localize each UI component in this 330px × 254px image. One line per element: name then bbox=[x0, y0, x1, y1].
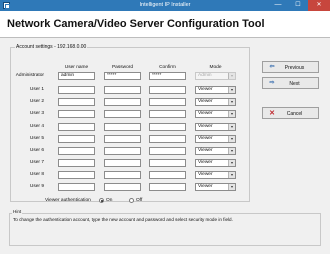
row-label-user-2: User 2 bbox=[29, 99, 44, 104]
mode-select[interactable]: Viewer bbox=[195, 110, 236, 118]
account-settings-legend: Account settings - 192.168.0.00 bbox=[15, 44, 88, 50]
viewer-auth-label: Viewer authentication bbox=[45, 198, 91, 203]
mode-select-value: Viewer bbox=[198, 160, 213, 165]
hint-legend: Hint bbox=[12, 209, 23, 214]
password-field[interactable] bbox=[104, 171, 141, 179]
chevron-down-icon bbox=[228, 160, 235, 166]
mode-select-value: Admin bbox=[198, 73, 212, 78]
previous-button-label: Previous bbox=[284, 65, 305, 71]
username-field[interactable] bbox=[58, 135, 95, 143]
confirm-field[interactable]: ***** bbox=[149, 72, 186, 80]
mode-select[interactable]: Viewer bbox=[195, 159, 236, 167]
username-field[interactable] bbox=[58, 98, 95, 106]
chevron-down-icon bbox=[228, 124, 235, 130]
mode-select-value: Viewer bbox=[198, 124, 213, 129]
header-banner: Network Camera/Video Server Configuratio… bbox=[0, 11, 330, 38]
chevron-down-icon bbox=[228, 111, 235, 117]
password-field[interactable] bbox=[104, 86, 141, 94]
row-label-user-4: User 4 bbox=[29, 124, 44, 129]
password-field[interactable] bbox=[104, 159, 141, 167]
password-field[interactable] bbox=[104, 135, 141, 143]
username-field[interactable] bbox=[58, 86, 95, 94]
row-label-user-9: User 9 bbox=[29, 184, 44, 189]
cancel-button-label: Cancel bbox=[286, 111, 303, 117]
viewer-auth-on-label[interactable]: On bbox=[106, 198, 112, 203]
row-label-user-6: User 6 bbox=[29, 148, 44, 153]
password-field[interactable] bbox=[104, 183, 141, 191]
row-label-user-7: User 7 bbox=[29, 160, 44, 165]
password-field[interactable] bbox=[104, 98, 141, 106]
hint-text: To change the authentication account, ty… bbox=[13, 217, 233, 222]
chevron-down-icon bbox=[228, 184, 235, 190]
minimize-button[interactable]: — bbox=[268, 0, 288, 11]
maximize-button[interactable]: ☐ bbox=[288, 0, 308, 11]
mode-select[interactable]: Viewer bbox=[195, 171, 236, 179]
chevron-down-icon bbox=[228, 148, 235, 154]
next-button[interactable]: ⇨ Next bbox=[262, 77, 319, 89]
viewer-auth-on-radio[interactable] bbox=[99, 198, 104, 203]
confirm-field[interactable] bbox=[149, 171, 186, 179]
password-field[interactable] bbox=[104, 110, 141, 118]
column-header-password: Password bbox=[111, 65, 134, 70]
confirm-field[interactable] bbox=[149, 147, 186, 155]
username-field[interactable] bbox=[58, 110, 95, 118]
mode-select[interactable]: Viewer bbox=[195, 183, 236, 191]
page-title: Network Camera/Video Server Configuratio… bbox=[7, 18, 265, 30]
mode-select[interactable]: Viewer bbox=[195, 86, 236, 94]
confirm-field[interactable] bbox=[149, 135, 186, 143]
username-field[interactable] bbox=[58, 183, 95, 191]
mode-select-value: Viewer bbox=[198, 148, 213, 153]
username-field[interactable] bbox=[58, 171, 95, 179]
next-button-label: Next bbox=[289, 81, 300, 87]
mode-select[interactable]: Viewer bbox=[195, 98, 236, 106]
row-label-user-5: User 5 bbox=[29, 136, 44, 141]
chevron-down-icon bbox=[228, 136, 235, 142]
password-field[interactable] bbox=[104, 123, 141, 131]
mode-select-value: Viewer bbox=[198, 99, 213, 104]
username-field[interactable] bbox=[58, 159, 95, 167]
password-field[interactable] bbox=[104, 147, 141, 155]
confirm-field[interactable] bbox=[149, 110, 186, 118]
mode-select[interactable]: Viewer bbox=[195, 147, 236, 155]
mode-select[interactable]: Viewer bbox=[195, 123, 236, 131]
column-header-username: User name bbox=[64, 65, 89, 70]
confirm-field[interactable] bbox=[149, 123, 186, 131]
close-button[interactable]: ✕ bbox=[308, 0, 330, 11]
cancel-button[interactable]: ✕ Cancel bbox=[262, 107, 319, 119]
mode-select-value: Viewer bbox=[198, 172, 213, 177]
mode-select-value: Viewer bbox=[198, 111, 213, 116]
viewer-auth-off-radio[interactable] bbox=[129, 198, 134, 203]
chevron-down-icon bbox=[228, 99, 235, 105]
row-label-user-3: User 3 bbox=[29, 111, 44, 116]
chevron-down-icon bbox=[228, 73, 235, 79]
confirm-field[interactable] bbox=[149, 159, 186, 167]
mode-select-value: Viewer bbox=[198, 136, 213, 141]
password-field[interactable]: ***** bbox=[104, 72, 141, 80]
row-label-user-1: User 1 bbox=[29, 87, 44, 92]
username-field[interactable] bbox=[58, 123, 95, 131]
mode-select-value: Viewer bbox=[198, 87, 213, 92]
confirm-field[interactable] bbox=[149, 183, 186, 191]
chevron-down-icon bbox=[228, 172, 235, 178]
confirm-field[interactable] bbox=[149, 86, 186, 94]
mode-select-value: Viewer bbox=[198, 184, 213, 189]
confirm-field[interactable] bbox=[149, 98, 186, 106]
username-field[interactable] bbox=[58, 147, 95, 155]
chevron-down-icon bbox=[228, 87, 235, 93]
username-field[interactable]: admin bbox=[58, 72, 95, 80]
row-label-user-8: User 8 bbox=[29, 172, 44, 177]
title-bar: Intelligent IP Installer — ☐ ✕ bbox=[0, 0, 330, 11]
viewer-auth-off-label[interactable]: Off bbox=[136, 198, 142, 203]
mode-select[interactable]: Viewer bbox=[195, 135, 236, 143]
mode-select: Admin bbox=[195, 72, 236, 80]
row-label-administrator: Administrator bbox=[15, 73, 44, 78]
column-header-mode: Mode bbox=[209, 65, 222, 70]
previous-button[interactable]: ⇦ Previous bbox=[262, 61, 319, 73]
column-header-confirm: Confirm bbox=[159, 65, 176, 70]
